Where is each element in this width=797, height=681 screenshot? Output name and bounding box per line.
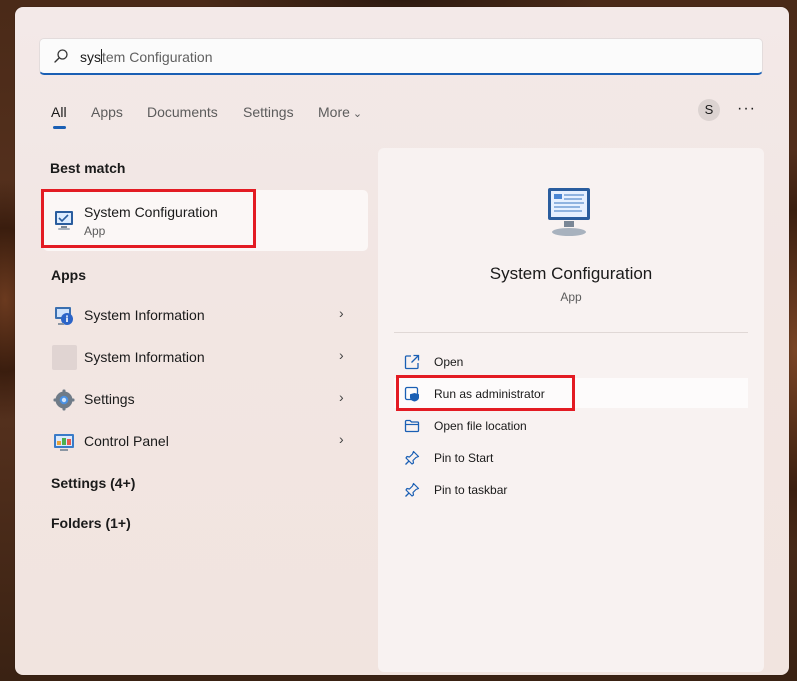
best-match-heading: Best match xyxy=(50,160,126,176)
settings-group-heading[interactable]: Settings (4+) xyxy=(51,475,135,491)
action-label: Pin to Start xyxy=(434,451,494,465)
search-icon xyxy=(54,49,68,63)
action-open[interactable]: Open xyxy=(402,350,748,374)
search-typed-text: sys xyxy=(80,49,101,65)
chevron-down-icon: ⌄ xyxy=(352,108,363,120)
pin-icon xyxy=(405,482,420,497)
chevron-right-icon[interactable]: › xyxy=(339,305,344,321)
control-panel-icon xyxy=(54,434,74,451)
app-result-label: Settings xyxy=(84,391,135,407)
search-suggestion-text: tem Configuration xyxy=(102,49,213,65)
system-information-icon xyxy=(55,307,73,325)
folder-icon xyxy=(404,419,420,433)
app-result-settings[interactable]: Settings › xyxy=(51,382,356,418)
action-open-file-location[interactable]: Open file location xyxy=(402,414,748,438)
gear-icon xyxy=(53,389,75,411)
app-result-label: Control Panel xyxy=(84,433,169,449)
account-avatar[interactable]: S xyxy=(698,99,720,121)
tab-more[interactable]: More ⌄ xyxy=(318,104,362,120)
app-result-label: System Information xyxy=(84,307,205,323)
blank-app-icon xyxy=(52,345,77,370)
chevron-right-icon[interactable]: › xyxy=(339,431,344,447)
action-pin-to-start[interactable]: Pin to Start xyxy=(402,446,748,470)
action-label: Pin to taskbar xyxy=(434,483,508,497)
app-result-label: System Information xyxy=(84,349,205,365)
app-result-control-panel[interactable]: Control Panel › xyxy=(51,424,356,460)
app-result-system-information[interactable]: System Information › xyxy=(51,298,356,334)
tab-apps[interactable]: Apps xyxy=(91,104,123,120)
action-label: Open xyxy=(434,355,464,369)
search-box[interactable]: system Configuration xyxy=(39,38,763,75)
chevron-right-icon[interactable]: › xyxy=(339,389,344,405)
open-external-icon xyxy=(404,354,420,370)
app-result-system-information-2[interactable]: System Information › xyxy=(51,340,356,376)
annotation-highlight-box xyxy=(41,189,256,248)
folders-group-heading[interactable]: Folders (1+) xyxy=(51,515,131,531)
search-input[interactable]: system Configuration xyxy=(80,49,213,65)
action-pin-to-taskbar[interactable]: Pin to taskbar xyxy=(402,478,748,502)
chevron-right-icon[interactable]: › xyxy=(339,347,344,363)
apps-heading: Apps xyxy=(51,267,86,283)
more-options-icon[interactable]: ··· xyxy=(737,100,756,118)
system-configuration-large-icon xyxy=(548,188,590,236)
detail-title: System Configuration xyxy=(489,264,653,283)
tab-more-label: More xyxy=(318,104,350,120)
action-label: Open file location xyxy=(434,419,527,433)
active-tab-indicator xyxy=(53,126,66,129)
detail-divider xyxy=(394,332,748,333)
tab-documents[interactable]: Documents xyxy=(147,104,218,120)
annotation-highlight-box xyxy=(396,375,575,411)
tab-settings[interactable]: Settings xyxy=(243,104,294,120)
tab-all[interactable]: All xyxy=(51,104,67,120)
pin-icon xyxy=(405,450,420,465)
detail-subtitle: App xyxy=(560,290,582,304)
